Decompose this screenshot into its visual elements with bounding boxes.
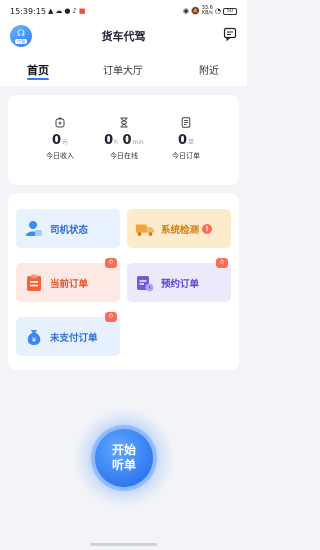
app-notification-icon: ■ xyxy=(78,7,86,15)
unpaid-orders-button[interactable]: ¥ 未支付订单 0 xyxy=(16,312,120,356)
clipboard-icon xyxy=(24,273,44,293)
wallet-icon xyxy=(55,117,65,128)
income-value: 0 xyxy=(51,133,62,148)
income-value-row: 0元 xyxy=(30,133,90,148)
driver-icon xyxy=(24,219,44,239)
stats-card: 0元 今日收入 0h 0min 今日在线 0单 今日订单 xyxy=(8,95,239,185)
reserved-orders-button[interactable]: 预约订单 0 xyxy=(127,258,231,302)
truck-icon xyxy=(135,219,155,239)
battery-icon: 50 xyxy=(223,7,237,15)
location-icon: ◉ xyxy=(182,7,190,15)
unpaid-orders-label: 未支付订单 xyxy=(50,332,98,344)
calendar-clock-icon xyxy=(135,273,155,293)
battery-level: 50 xyxy=(226,7,234,14)
money-bag-icon: ¥ xyxy=(24,327,44,347)
tab-bar: 首页 订单大厅 附近 xyxy=(0,56,247,86)
tab-active-indicator xyxy=(27,78,49,80)
orders-value-row: 0单 xyxy=(156,133,216,148)
svg-text:¥: ¥ xyxy=(32,336,37,344)
tab-nearby-label: 附近 xyxy=(199,66,219,77)
signal-icon: ▲ xyxy=(47,7,54,15)
online-hours-unit: h xyxy=(114,139,118,146)
status-bar-left: 15:39:15 ▲ ☁ ● ♪ ■ xyxy=(10,7,86,16)
income-label: 今日收入 xyxy=(46,152,74,160)
orders-label: 今日订单 xyxy=(172,152,200,160)
online-minutes: 0 xyxy=(122,133,132,148)
wifi-icon: ◔ xyxy=(214,7,221,15)
page-title: 货车代驾 xyxy=(101,30,146,43)
message-icon[interactable] xyxy=(223,27,237,41)
current-orders-label: 当前订单 xyxy=(50,278,89,290)
start-button-line1: 开始 xyxy=(111,443,136,457)
gesture-nav-bar[interactable] xyxy=(90,543,157,546)
weather-icon: ☁ xyxy=(55,7,63,15)
stat-income: 0元 今日收入 xyxy=(30,117,90,161)
current-orders-button[interactable]: 当前订单 0 xyxy=(16,258,120,302)
online-value-row: 0h 0min xyxy=(94,133,154,148)
status-bar: 15:39:15 ▲ ☁ ● ♪ ■ ◉ 🔕 33.6 KB/s ◔ 50 xyxy=(0,0,247,22)
mute-icon: 🔕 xyxy=(191,7,200,15)
online-hours: 0 xyxy=(104,133,114,148)
app-header: ☊ 代驾 货车代驾 xyxy=(0,22,247,56)
start-button-line2: 听单 xyxy=(111,458,136,472)
income-unit: 元 xyxy=(62,139,69,146)
start-listening-button[interactable]: 开始 听单 xyxy=(95,429,153,487)
status-bar-right: ◉ 🔕 33.6 KB/s ◔ 50 xyxy=(183,6,237,16)
tab-order-hall[interactable]: 订单大厅 xyxy=(103,62,143,77)
tab-nearby[interactable]: 附近 xyxy=(199,62,219,77)
unpaid-orders-badge: 0 xyxy=(105,312,117,322)
system-check-label: 系统检测 xyxy=(161,224,200,236)
tab-order-hall-label: 订单大厅 xyxy=(103,66,143,77)
network-speed-unit: KB/s xyxy=(201,10,213,16)
reserved-orders-label: 预约订单 xyxy=(161,278,200,290)
online-label: 今日在线 xyxy=(110,152,138,160)
driver-status-button[interactable]: 司机状态 xyxy=(16,209,120,248)
online-minutes-unit: min xyxy=(132,139,144,146)
function-menu-card: 司机状态 系统检测 ! 当前订单 0 预约订单 0 ¥ 未支付订单 0 xyxy=(8,193,239,370)
driver-status-label: 司机状态 xyxy=(50,224,89,236)
hourglass-icon xyxy=(120,117,128,128)
stat-online: 0h 0min 今日在线 xyxy=(94,117,154,161)
reserved-orders-badge: 0 xyxy=(216,258,228,268)
system-check-button[interactable]: 系统检测 ! xyxy=(127,209,231,248)
orders-unit: 单 xyxy=(188,139,195,146)
status-time: 15:39:15 xyxy=(10,6,46,16)
current-orders-badge: 0 xyxy=(105,258,117,268)
stat-orders: 0单 今日订单 xyxy=(156,117,216,161)
system-alert-badge: ! xyxy=(202,223,213,234)
tab-home-label: 首页 xyxy=(27,64,49,77)
notification-icon: ● xyxy=(64,7,71,15)
tab-home[interactable]: 首页 xyxy=(27,62,49,80)
orders-value: 0 xyxy=(177,133,188,148)
document-icon xyxy=(181,117,191,128)
music-icon: ♪ xyxy=(72,7,77,15)
network-speed: 33.6 KB/s xyxy=(202,6,213,16)
